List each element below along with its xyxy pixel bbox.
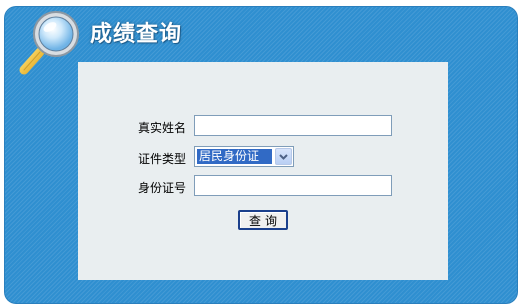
id-type-select[interactable]: 居民身份证: [194, 146, 294, 167]
query-button[interactable]: 查询: [238, 210, 288, 230]
name-input[interactable]: [194, 115, 392, 136]
id-type-label: 证件类型: [137, 152, 186, 166]
id-number-label: 身份证号: [137, 181, 186, 195]
id-type-selected-value: 居民身份证: [197, 149, 272, 164]
page-title: 成绩查询: [90, 22, 183, 47]
chevron-down-icon: [279, 154, 288, 160]
dropdown-arrow-button[interactable]: [275, 148, 292, 165]
name-label: 真实姓名: [137, 121, 186, 135]
query-form: 真实姓名 证件类型 居民身份证 身份证号 查询: [78, 62, 448, 280]
query-panel: 成绩查询 真实姓名 证件类型 居民身份证 身份证号 查询: [4, 6, 518, 304]
id-number-input[interactable]: [194, 175, 392, 196]
